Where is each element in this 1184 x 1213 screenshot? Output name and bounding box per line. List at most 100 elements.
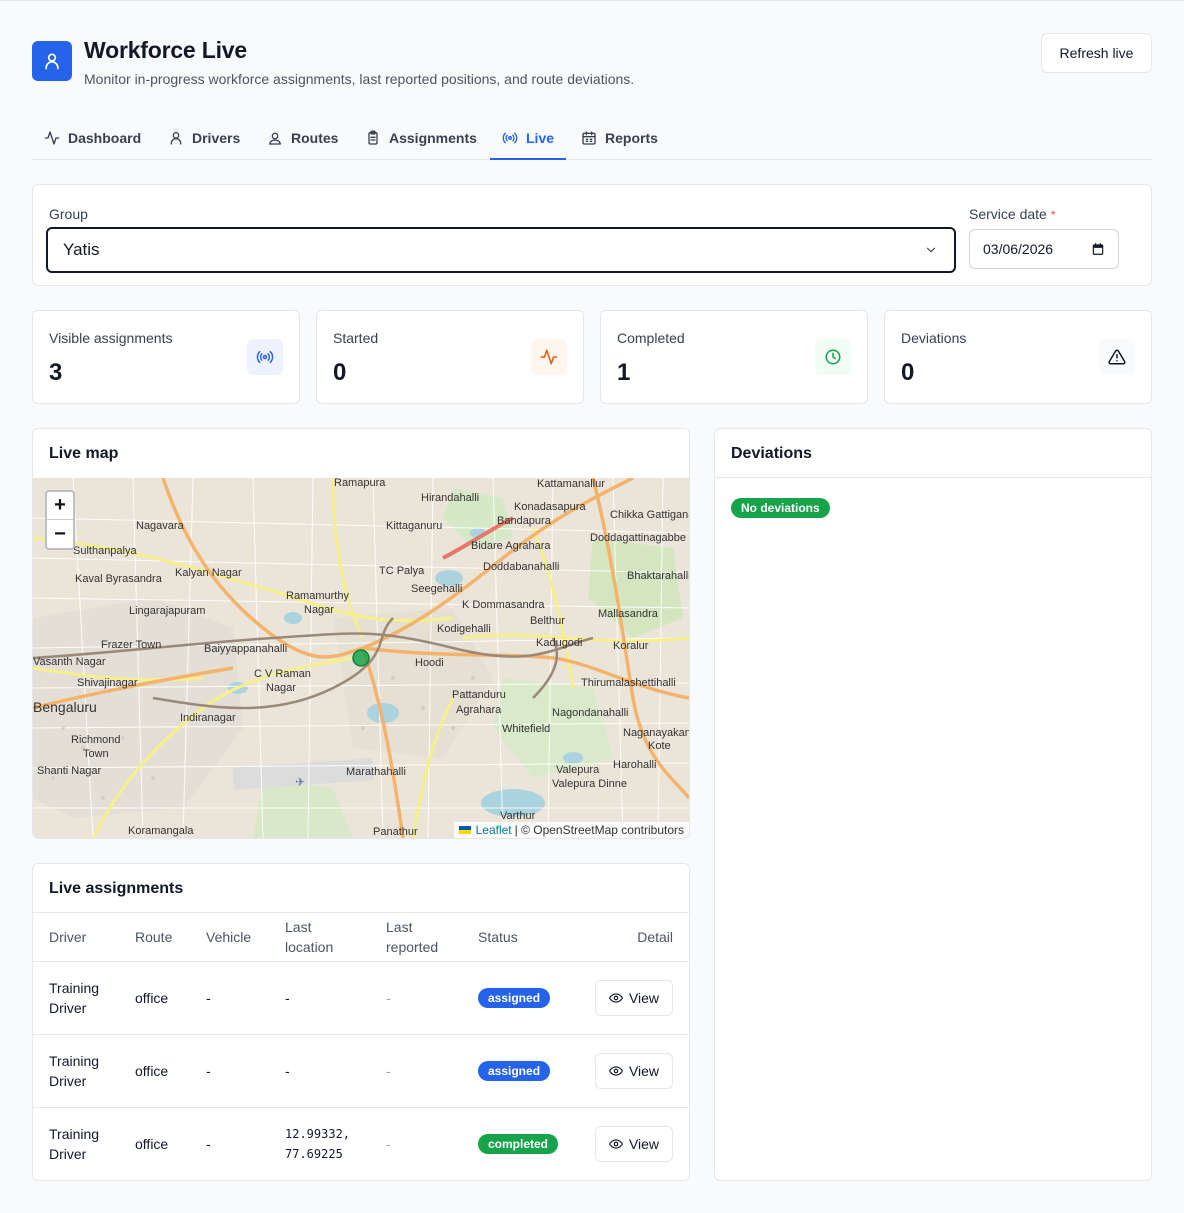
map-label: Bandapura (497, 515, 552, 527)
stat-value: 0 (333, 359, 347, 386)
user-icon (32, 41, 72, 81)
tab-reports[interactable]: Reports (581, 116, 658, 159)
attribution-text: | © OpenStreetMap contributors (514, 823, 684, 837)
map-label: Belthur (530, 615, 565, 627)
group-select[interactable]: Yatis (46, 227, 956, 273)
map-tiles: ✈ Ramapura Kattamanallur Hirandahalli Ko… (33, 478, 689, 838)
map-label: Frazer Town (101, 639, 161, 651)
map-label: Kadugodi (536, 637, 583, 649)
tab-label: Dashboard (68, 129, 142, 146)
stat-value: 1 (617, 359, 631, 386)
map-label: Chikka Gattigana (610, 509, 689, 521)
zoom-out-button[interactable]: − (47, 520, 73, 548)
table-row: Training Driver office - - - assigned Vie… (33, 1034, 689, 1107)
group-label: Group (49, 206, 88, 222)
tab-label: Live (526, 129, 555, 146)
map-label: K Dommasandra (462, 599, 545, 611)
zoom-in-button[interactable]: + (47, 492, 73, 520)
tab-assignments[interactable]: Assignments (365, 116, 477, 159)
map-label: Varthur (500, 810, 536, 822)
tab-label: Drivers (192, 129, 241, 146)
col-detail: Detail (637, 929, 673, 945)
map-label: Indiranagar (180, 712, 236, 724)
map-label: Sulthanpalya (73, 545, 137, 557)
map-label: Nagar (304, 604, 334, 616)
stat-value: 0 (901, 359, 915, 386)
map-label: C V Raman (254, 668, 311, 680)
chevron-down-icon (926, 247, 936, 253)
calendar-icon (582, 130, 596, 145)
view-label: View (628, 1063, 660, 1079)
tab-live[interactable]: Live (490, 116, 567, 160)
view-label: View (628, 990, 660, 1006)
map-viewport[interactable]: ✈ Ramapura Kattamanallur Hirandahalli Ko… (33, 478, 689, 838)
page-subtitle: Monitor in-progress workforce assignment… (84, 71, 635, 87)
stat-visible-assignments: Visible assignments 3 (32, 310, 300, 404)
page-header: Workforce Live Monitor in-progress workf… (32, 33, 1152, 93)
map-label: Vasanth Nagar (33, 656, 106, 668)
tab-dashboard[interactable]: Dashboard (44, 116, 141, 159)
status-badge: assigned (478, 988, 551, 1008)
map-label: Nagar (266, 682, 296, 694)
deviations-header: Deviations (715, 429, 1151, 478)
service-date-input[interactable]: 03/06/2026 (969, 229, 1119, 269)
map-label: Valepura Dinne (552, 778, 627, 790)
deviations-card: Deviations No deviations (714, 428, 1152, 1181)
stat-label: Deviations (901, 330, 967, 346)
map-label: Nagavara (136, 520, 185, 532)
service-date-value: 03/06/2026 (983, 241, 1054, 257)
stat-label: Completed (617, 330, 685, 346)
view-label: View (628, 1136, 660, 1152)
map-label: Mallasandra (598, 608, 659, 620)
live-map-title: Live map (49, 445, 119, 462)
driver-cell: Training Driver (49, 1126, 100, 1162)
leaflet-link[interactable]: Leaflet (476, 823, 512, 837)
live-position-marker[interactable] (352, 649, 370, 667)
status-badge: assigned (478, 1061, 551, 1081)
live-map-card: Live map ✈ Ramapura Kattamanallur Hirand… (32, 428, 690, 839)
location-cell: - (285, 1063, 290, 1079)
map-label: Doddabanahalli (483, 561, 559, 573)
map-label: Marathahalli (346, 766, 406, 778)
stat-value: 3 (49, 359, 63, 386)
map-label: Konadasapura (514, 501, 586, 513)
map-label: Hoodi (415, 657, 444, 669)
user-icon (170, 131, 182, 145)
reported-cell: - (386, 990, 391, 1006)
tab-drivers[interactable]: Drivers (168, 116, 240, 159)
map-label: Shanti Nagar (37, 765, 102, 777)
live-assignments-card: Live assignments Driver Route Vehicle La… (32, 863, 690, 1181)
map-label: Bhaktarahalli (627, 570, 689, 582)
radio-icon (247, 339, 283, 375)
view-button[interactable]: View (595, 980, 673, 1016)
map-label: Kittaganuru (386, 520, 442, 532)
map-label: Bidare Agrahara (471, 540, 551, 552)
map-label: Kaval Byrasandra (75, 573, 163, 585)
nav-tabs: Dashboard Drivers Routes Assignments Liv… (32, 116, 1152, 160)
map-label: Doddagattinagabbe (590, 532, 686, 544)
view-button[interactable]: View (595, 1053, 673, 1089)
alert-triangle-icon (1099, 339, 1135, 375)
refresh-live-button[interactable]: Refresh live (1041, 33, 1152, 73)
map-label: Seegehalli (411, 583, 462, 595)
col-vehicle: Vehicle (206, 929, 252, 945)
reported-cell: - (386, 1063, 391, 1079)
eye-icon (608, 993, 623, 1003)
map-label: Baiyyappanahalli (204, 643, 287, 655)
deviations-title: Deviations (731, 445, 812, 462)
map-label: Bengaluru (33, 699, 97, 715)
stat-label: Visible assignments (49, 330, 173, 346)
group-select-value: Yatis (63, 240, 100, 259)
required-marker: * (1050, 208, 1056, 222)
col-route: Route (135, 929, 173, 945)
service-date-label: Service date * (969, 206, 1056, 222)
map-pin-user-icon (269, 132, 281, 145)
calendar-icon[interactable] (1091, 242, 1105, 256)
map-label: Town (83, 748, 109, 760)
map-label: Harohalli (613, 759, 656, 771)
map-zoom-control: + − (45, 490, 75, 550)
tab-routes[interactable]: Routes (267, 116, 338, 159)
view-button[interactable]: View (595, 1126, 673, 1162)
table-row: Training Driver office - 12.99332, 77.6922… (33, 1107, 689, 1180)
stat-deviations: Deviations 0 (884, 310, 1152, 404)
